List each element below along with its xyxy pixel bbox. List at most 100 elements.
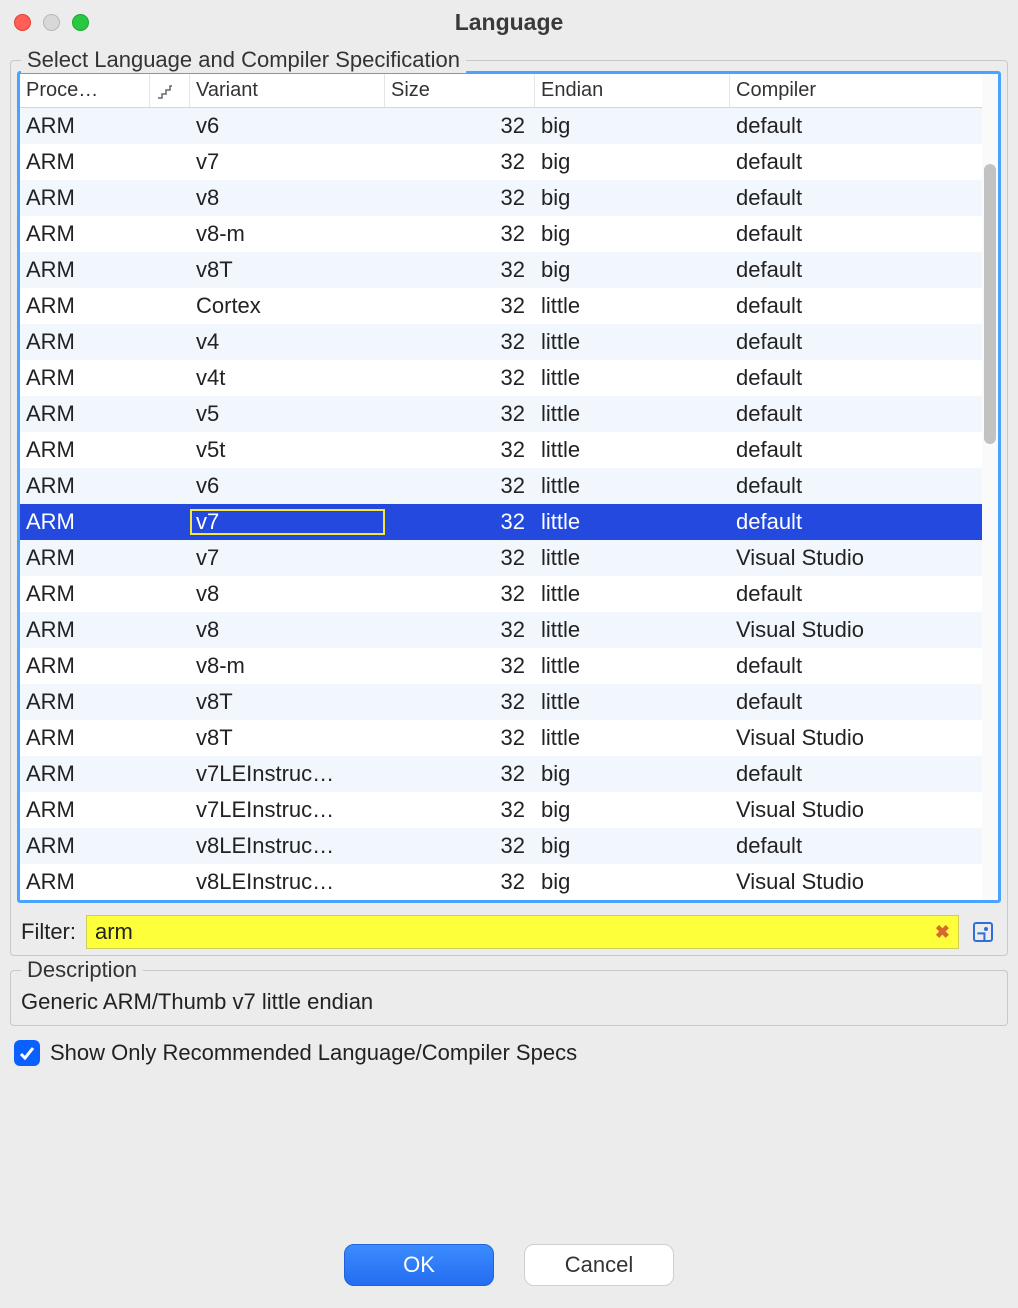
cell-size: 32 <box>385 509 535 535</box>
language-spec-group: Select Language and Compiler Specificati… <box>10 60 1008 956</box>
cell-compiler: default <box>730 653 930 679</box>
cell-endian: big <box>535 257 730 283</box>
cell-compiler: default <box>730 221 930 247</box>
table-row[interactable]: ARMv4t32littledefault <box>20 360 982 396</box>
table-row[interactable]: ARMv8-m32bigdefault <box>20 216 982 252</box>
table-row[interactable]: ARMv8T32bigdefault <box>20 252 982 288</box>
table-row[interactable]: ARMv7LEInstruc…32bigdefault <box>20 756 982 792</box>
cell-size: 32 <box>385 581 535 607</box>
cell-size: 32 <box>385 293 535 319</box>
col-size[interactable]: Size <box>385 74 535 107</box>
cell-size: 32 <box>385 689 535 715</box>
window-title: Language <box>0 9 1018 36</box>
description-text: Generic ARM/Thumb v7 little endian <box>21 989 997 1015</box>
cell-variant: v5 <box>190 401 385 427</box>
cell-processor: ARM <box>20 545 150 571</box>
cell-compiler: Visual Studio <box>730 869 930 895</box>
cell-size: 32 <box>385 365 535 391</box>
table-row[interactable]: ARMv632bigdefault <box>20 108 982 144</box>
col-variant[interactable]: Variant <box>190 74 385 107</box>
cell-endian: little <box>535 725 730 751</box>
table-row[interactable]: ARMv832littleVisual Studio <box>20 612 982 648</box>
table-row[interactable]: ARMv8T32littledefault <box>20 684 982 720</box>
table-row[interactable]: ARMv8LEInstruc…32bigdefault <box>20 828 982 864</box>
cell-endian: little <box>535 473 730 499</box>
cell-endian: little <box>535 509 730 535</box>
cell-compiler: Visual Studio <box>730 545 930 571</box>
recommended-only-checkbox[interactable] <box>14 1040 40 1066</box>
table-row[interactable]: ARMv732littledefault <box>20 504 982 540</box>
cell-compiler: default <box>730 329 930 355</box>
table-row[interactable]: ARMv8LEInstruc…32bigVisual Studio <box>20 864 982 900</box>
table-header: Proce… Variant Size Endian Compiler <box>20 74 982 108</box>
cell-endian: little <box>535 365 730 391</box>
scrollbar-thumb[interactable] <box>984 164 996 444</box>
table-row[interactable]: ARMv632littledefault <box>20 468 982 504</box>
cell-size: 32 <box>385 545 535 571</box>
vertical-scrollbar[interactable] <box>982 74 998 900</box>
cell-processor: ARM <box>20 689 150 715</box>
cell-variant: v8-m <box>190 653 385 679</box>
cell-size: 32 <box>385 329 535 355</box>
recommended-only-label: Show Only Recommended Language/Compiler … <box>50 1040 577 1066</box>
table-body: ARMv632bigdefaultARMv732bigdefaultARMv83… <box>20 108 982 900</box>
language-dialog: Language Select Language and Compiler Sp… <box>0 0 1018 1308</box>
table-row[interactable]: ARMv832bigdefault <box>20 180 982 216</box>
cell-size: 32 <box>385 725 535 751</box>
table-row[interactable]: ARMv7LEInstruc…32bigVisual Studio <box>20 792 982 828</box>
col-compiler[interactable]: Compiler <box>730 74 930 107</box>
cell-compiler: default <box>730 149 930 175</box>
cell-size: 32 <box>385 437 535 463</box>
cell-variant: v8-m <box>190 221 385 247</box>
cell-processor: ARM <box>20 257 150 283</box>
cell-endian: big <box>535 761 730 787</box>
cell-variant: v4t <box>190 365 385 391</box>
cell-compiler: default <box>730 257 930 283</box>
cell-variant: v7LEInstruc… <box>190 761 385 787</box>
cell-processor: ARM <box>20 797 150 823</box>
table-row[interactable]: ARMv8-m32littledefault <box>20 648 982 684</box>
table-row[interactable]: ARMCortex32littledefault <box>20 288 982 324</box>
cell-compiler: default <box>730 509 930 535</box>
content-area: Select Language and Compiler Specificati… <box>0 44 1018 1226</box>
cell-variant: v6 <box>190 113 385 139</box>
table-row[interactable]: ARMv732littleVisual Studio <box>20 540 982 576</box>
cell-size: 32 <box>385 761 535 787</box>
table-row[interactable]: ARMv832littledefault <box>20 576 982 612</box>
cell-endian: big <box>535 833 730 859</box>
table-row[interactable]: ARMv532littledefault <box>20 396 982 432</box>
cell-size: 32 <box>385 185 535 211</box>
ok-button[interactable]: OK <box>344 1244 494 1286</box>
clear-filter-icon[interactable]: ✖ <box>935 922 950 943</box>
col-sort-icon[interactable] <box>150 74 190 107</box>
table-row[interactable]: ARMv5t32littledefault <box>20 432 982 468</box>
table-row[interactable]: ARMv732bigdefault <box>20 144 982 180</box>
cell-endian: big <box>535 185 730 211</box>
col-endian[interactable]: Endian <box>535 74 730 107</box>
cell-compiler: Visual Studio <box>730 725 930 751</box>
table-row[interactable]: ARMv432littledefault <box>20 324 982 360</box>
cell-compiler: default <box>730 401 930 427</box>
cell-compiler: default <box>730 293 930 319</box>
cell-compiler: default <box>730 113 930 139</box>
table-row[interactable]: ARMv8T32littleVisual Studio <box>20 720 982 756</box>
cell-processor: ARM <box>20 653 150 679</box>
titlebar: Language <box>0 0 1018 44</box>
cell-compiler: default <box>730 365 930 391</box>
col-processor[interactable]: Proce… <box>20 74 150 107</box>
cell-endian: big <box>535 797 730 823</box>
cell-size: 32 <box>385 401 535 427</box>
filter-input[interactable]: arm ✖ <box>86 915 959 949</box>
cell-variant: v8LEInstruc… <box>190 833 385 859</box>
filter-options-icon[interactable] <box>969 918 997 946</box>
cell-size: 32 <box>385 257 535 283</box>
cell-compiler: Visual Studio <box>730 797 930 823</box>
cell-variant: v8T <box>190 689 385 715</box>
cancel-button[interactable]: Cancel <box>524 1244 674 1286</box>
language-table[interactable]: Proce… Variant Size Endian Compiler ARMv… <box>17 71 1001 903</box>
cell-processor: ARM <box>20 329 150 355</box>
cell-size: 32 <box>385 653 535 679</box>
cell-size: 32 <box>385 473 535 499</box>
cell-endian: big <box>535 113 730 139</box>
cell-processor: ARM <box>20 221 150 247</box>
